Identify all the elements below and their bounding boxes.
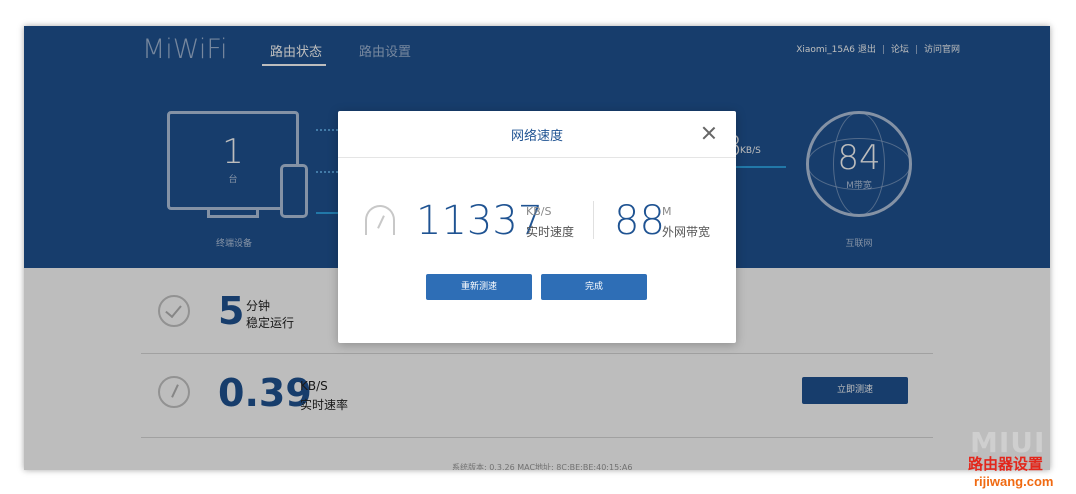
dialog-bandwidth-unit: M xyxy=(662,205,672,218)
router-admin-window: MiWiFi 路由状态 路由设置 Xiaomi_15A6 退出 | 论坛 | 访问官网 … xyxy=(24,26,1050,470)
dialog-speed-label: 实时速度 xyxy=(526,225,575,239)
dialog-title: 网络速度 xyxy=(510,129,563,144)
speedometer-needle xyxy=(377,215,385,229)
dialog-bandwidth-label: 外网带宽 xyxy=(662,225,711,239)
close-icon[interactable] xyxy=(702,126,716,140)
retest-button[interactable]: 重新测速 xyxy=(426,274,532,300)
dialog-bandwidth-value: 88 xyxy=(614,198,665,244)
dialog-speed-unit: KB/S xyxy=(526,205,552,218)
dialog-vertical-divider xyxy=(593,201,594,239)
done-button[interactable]: 完成 xyxy=(541,274,647,300)
speedometer-icon xyxy=(365,205,395,235)
network-speed-dialog: 网络速度 11337 KB/S 实时速度 88 M 外网带宽 重新测速 完成 xyxy=(338,111,736,343)
site-watermark-en: rijiwang.com xyxy=(974,474,1054,489)
dialog-speed-value: 11337 xyxy=(416,198,544,244)
site-watermark-cn: 路由器设置 xyxy=(968,455,1044,473)
dialog-header-divider xyxy=(338,157,736,158)
